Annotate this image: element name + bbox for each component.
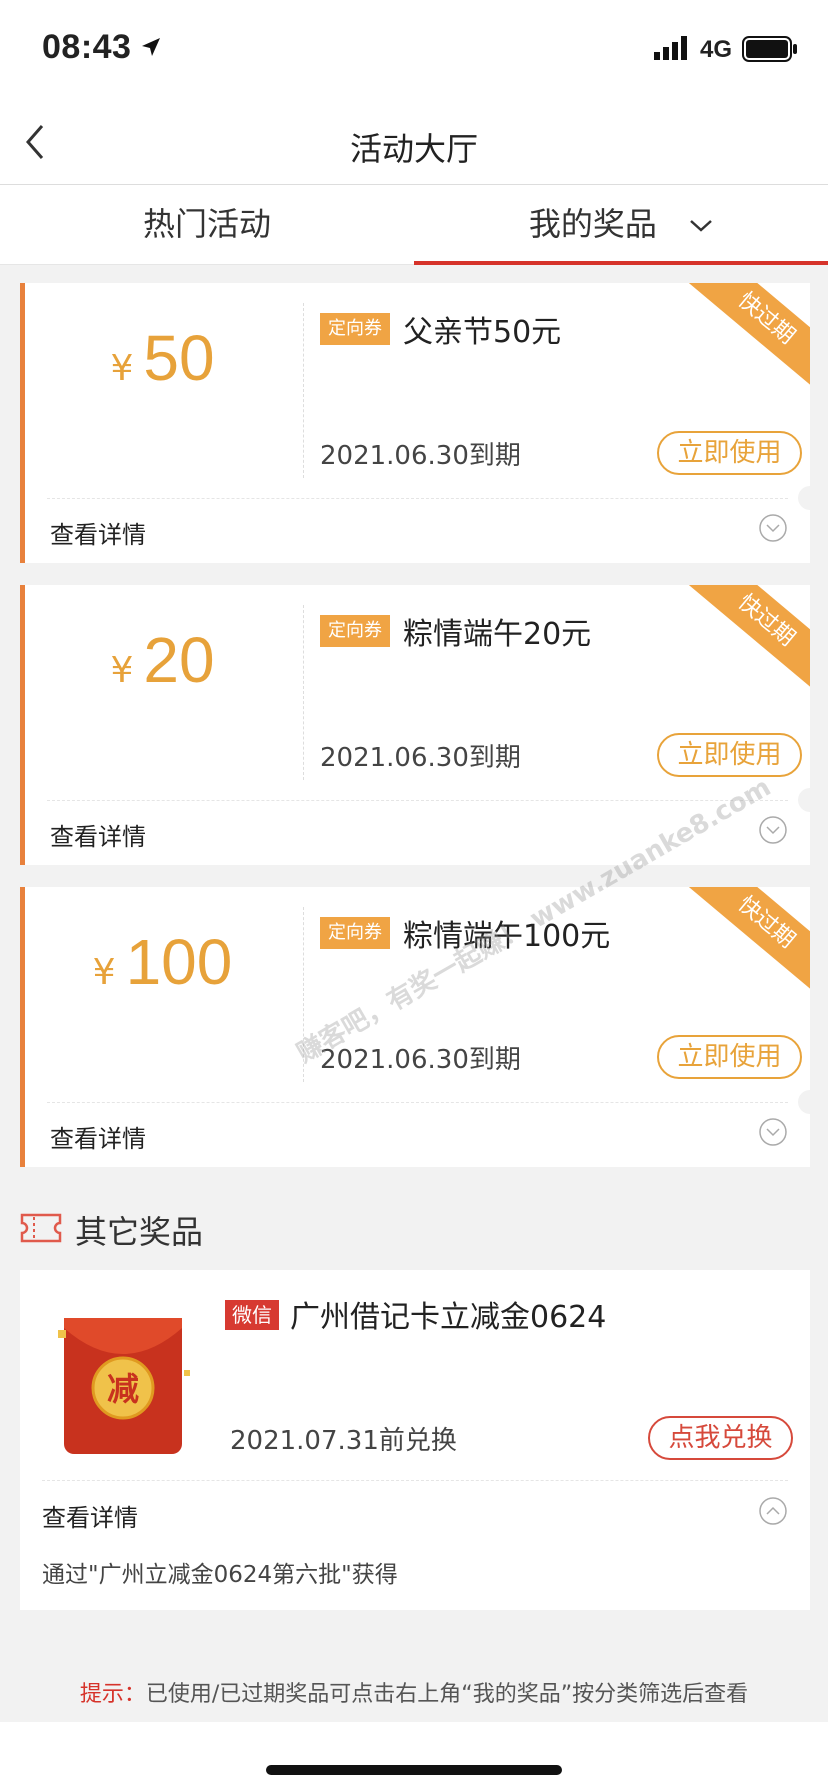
ticket-notch bbox=[798, 788, 810, 812]
divider bbox=[303, 303, 304, 478]
divider bbox=[303, 605, 304, 780]
coupon-title: 粽情端午20元 bbox=[403, 617, 592, 652]
amount-value: 50 bbox=[143, 322, 215, 394]
ticket-notch bbox=[798, 1090, 810, 1114]
network-label: 4G bbox=[700, 36, 733, 63]
nav-bar: 活动大厅 bbox=[0, 100, 828, 185]
page-title: 活动大厅 bbox=[349, 130, 478, 168]
currency-symbol: ¥ bbox=[110, 348, 134, 389]
tab-label: 我的奖品 bbox=[528, 205, 657, 243]
location-arrow-icon bbox=[142, 38, 160, 56]
coupon-title: 父亲节50元 bbox=[403, 315, 562, 350]
tab-hot-activities[interactable]: 热门活动 bbox=[0, 185, 414, 265]
amount-value: 20 bbox=[143, 624, 215, 696]
status-time: 08:43 bbox=[42, 28, 132, 66]
coupon-card: ¥20 定向券 粽情端午20元 2021.06.30到期 立即使用 查看详情 快… bbox=[20, 585, 810, 865]
coupon-title: 粽情端午100元 bbox=[403, 919, 611, 954]
prize-title: 广州借记卡立减金0624 bbox=[290, 1300, 607, 1335]
coupon-card: ¥50 定向券 父亲节50元 2021.06.30到期 立即使用 查看详情 快过… bbox=[20, 283, 810, 563]
tip-text: 提示：已使用/已过期奖品可点击右上角“我的奖品”按分类筛选后查看 bbox=[0, 1676, 828, 1708]
coupon-expiry: 2021.06.30到期 bbox=[320, 441, 521, 471]
coupon-amount: ¥50 bbox=[25, 321, 300, 395]
view-details-link[interactable]: 查看详情 bbox=[50, 817, 146, 852]
chevron-down-circle-icon[interactable] bbox=[758, 815, 788, 845]
expiring-soon-ribbon: 快过期 bbox=[682, 887, 810, 998]
chevron-down-circle-icon[interactable] bbox=[758, 1117, 788, 1147]
currency-symbol: ¥ bbox=[110, 650, 134, 691]
active-tab-indicator bbox=[414, 261, 828, 265]
coupon-amount: ¥20 bbox=[25, 623, 300, 697]
tip-label: 提示： bbox=[79, 1682, 146, 1707]
amount-value: 100 bbox=[125, 926, 233, 998]
tab-my-prizes[interactable]: 我的奖品 bbox=[414, 185, 828, 265]
ticket-icon bbox=[20, 1213, 62, 1243]
coupon-type-badge: 定向券 bbox=[320, 615, 390, 647]
wechat-badge: 微信 bbox=[225, 1300, 279, 1330]
chevron-down-icon bbox=[690, 220, 712, 232]
use-now-button[interactable]: 立即使用 bbox=[657, 1035, 802, 1079]
tip-body: 已使用/已过期奖品可点击右上角“我的奖品”按分类筛选后查看 bbox=[145, 1682, 749, 1707]
section-title: 其它奖品 bbox=[75, 1213, 204, 1251]
redeem-button[interactable]: 点我兑换 bbox=[648, 1416, 793, 1460]
bottom-safe-area bbox=[0, 1722, 828, 1792]
red-packet-image: 减 bbox=[58, 1318, 190, 1454]
use-now-button[interactable]: 立即使用 bbox=[657, 733, 802, 777]
ticket-notch bbox=[798, 486, 810, 510]
chevron-down-circle-icon[interactable] bbox=[758, 513, 788, 543]
use-now-button[interactable]: 立即使用 bbox=[657, 431, 802, 475]
currency-symbol: ¥ bbox=[92, 952, 116, 993]
view-details-link[interactable]: 查看详情 bbox=[42, 1498, 138, 1533]
home-indicator[interactable] bbox=[266, 1765, 562, 1775]
divider bbox=[47, 498, 788, 499]
expiring-soon-ribbon: 快过期 bbox=[682, 283, 810, 394]
coupon-card: ¥100 定向券 粽情端午100元 2021.06.30到期 立即使用 查看详情… bbox=[20, 887, 810, 1167]
coupon-type-badge: 定向券 bbox=[320, 313, 390, 345]
battery-icon bbox=[742, 36, 797, 62]
status-bar: 08:43 4G bbox=[0, 0, 828, 100]
tab-label: 热门活动 bbox=[142, 205, 271, 243]
coupon-amount: ¥100 bbox=[25, 925, 300, 999]
chevron-up-circle-icon[interactable] bbox=[758, 1496, 788, 1526]
view-details-link[interactable]: 查看详情 bbox=[50, 1119, 146, 1154]
coupon-expiry: 2021.06.30到期 bbox=[320, 743, 521, 773]
tab-bar: 热门活动 我的奖品 bbox=[0, 185, 828, 265]
prize-source-text: 通过"广州立减金0624第六批"获得 bbox=[42, 1562, 398, 1588]
coupon-expiry: 2021.06.30到期 bbox=[320, 1045, 521, 1075]
view-details-link[interactable]: 查看详情 bbox=[50, 515, 146, 550]
expiring-soon-ribbon: 快过期 bbox=[682, 585, 810, 696]
divider bbox=[303, 907, 304, 1082]
prize-expiry: 2021.07.31前兑换 bbox=[230, 1426, 457, 1456]
divider bbox=[42, 1480, 788, 1481]
red-packet-label: 减 bbox=[107, 1370, 139, 1408]
divider bbox=[47, 800, 788, 801]
divider bbox=[47, 1102, 788, 1103]
signal-icon bbox=[654, 36, 687, 60]
prize-card: 减 微信 广州借记卡立减金0624 2021.07.31前兑换 点我兑换 查看详… bbox=[20, 1270, 810, 1610]
coupon-type-badge: 定向券 bbox=[320, 917, 390, 949]
